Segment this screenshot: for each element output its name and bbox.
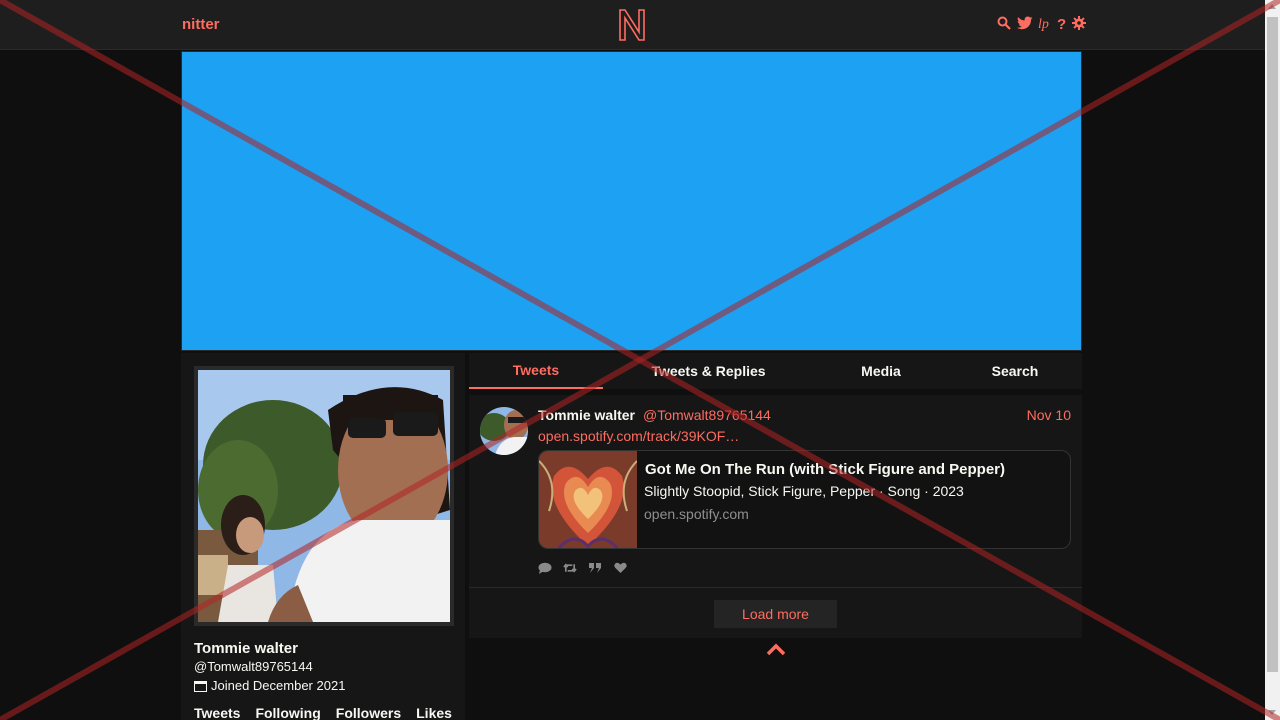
card-image [539,451,637,548]
retweet-icon[interactable] [563,562,577,574]
svg-text:lp: lp [1038,17,1049,31]
scrollbar[interactable] [1265,0,1280,720]
link-card[interactable]: Got Me On The Run (with Stick Figure and… [538,450,1071,549]
twitter-icon[interactable] [1016,15,1033,31]
stat-tweets[interactable]: Tweets [194,705,240,720]
card-title: Got Me On The Run (with Stick Figure and… [645,461,1006,478]
tab-media[interactable]: Media [814,353,948,389]
calendar-icon [194,680,207,692]
timeline-tabs: Tweets Tweets & Replies Media Search [469,353,1082,389]
tweet-link[interactable]: open.spotify.com/track/39KOF… [538,428,739,444]
nav-icons: lp ? [997,15,1086,31]
tweet-actions [538,562,627,574]
profile-banner[interactable] [181,51,1082,351]
back-to-top-icon[interactable] [766,642,786,656]
quote-icon[interactable] [588,562,602,574]
nitter-logo-icon[interactable] [617,8,647,42]
rss-icon[interactable]: lp [1038,15,1052,31]
search-icon[interactable] [997,15,1011,31]
tab-tweets-replies[interactable]: Tweets & Replies [603,353,814,389]
stat-likes[interactable]: Likes [416,705,452,720]
profile-stats: Tweets Following Followers Likes [194,705,452,720]
svg-text:?: ? [1057,16,1066,31]
help-icon[interactable]: ? [1057,15,1067,31]
profile-name[interactable]: Tommie walter [194,640,298,657]
scroll-down-arrow-icon[interactable] [1268,710,1276,715]
profile-joined: Joined December 2021 [194,678,345,693]
profile-handle[interactable]: @Tomwalt89765144 [194,659,313,674]
comment-icon[interactable] [538,562,552,574]
load-more-button[interactable]: Load more [714,600,837,628]
timeline: Tommie walter @Tomwalt89765144 Nov 10 op… [469,395,1082,638]
stat-followers[interactable]: Followers [336,705,401,720]
stat-following[interactable]: Following [255,705,320,720]
tweet-username[interactable]: @Tomwalt89765144 [643,407,771,423]
gear-icon[interactable] [1072,15,1086,31]
tweet-fullname[interactable]: Tommie walter [538,407,635,423]
card-description: Slightly Stoopid, Stick Figure, Pepper ·… [644,483,964,499]
tab-tweets[interactable]: Tweets [469,353,603,389]
scroll-up-arrow-icon[interactable] [1268,4,1276,9]
tweet-avatar[interactable] [480,407,528,455]
navbar: nitter lp ? [0,0,1265,50]
card-destination: open.spotify.com [644,506,749,522]
tab-search[interactable]: Search [948,353,1082,389]
profile-avatar[interactable] [194,366,454,626]
tweet-item[interactable]: Tommie walter @Tomwalt89765144 Nov 10 op… [469,395,1082,588]
profile-card: Tommie walter @Tomwalt89765144 Joined De… [181,353,465,720]
scroll-thumb[interactable] [1267,17,1278,672]
joined-text: Joined December 2021 [211,678,346,693]
brand-link[interactable]: nitter [182,16,220,33]
heart-icon[interactable] [613,562,627,574]
tweet-date[interactable]: Nov 10 [1027,407,1071,423]
